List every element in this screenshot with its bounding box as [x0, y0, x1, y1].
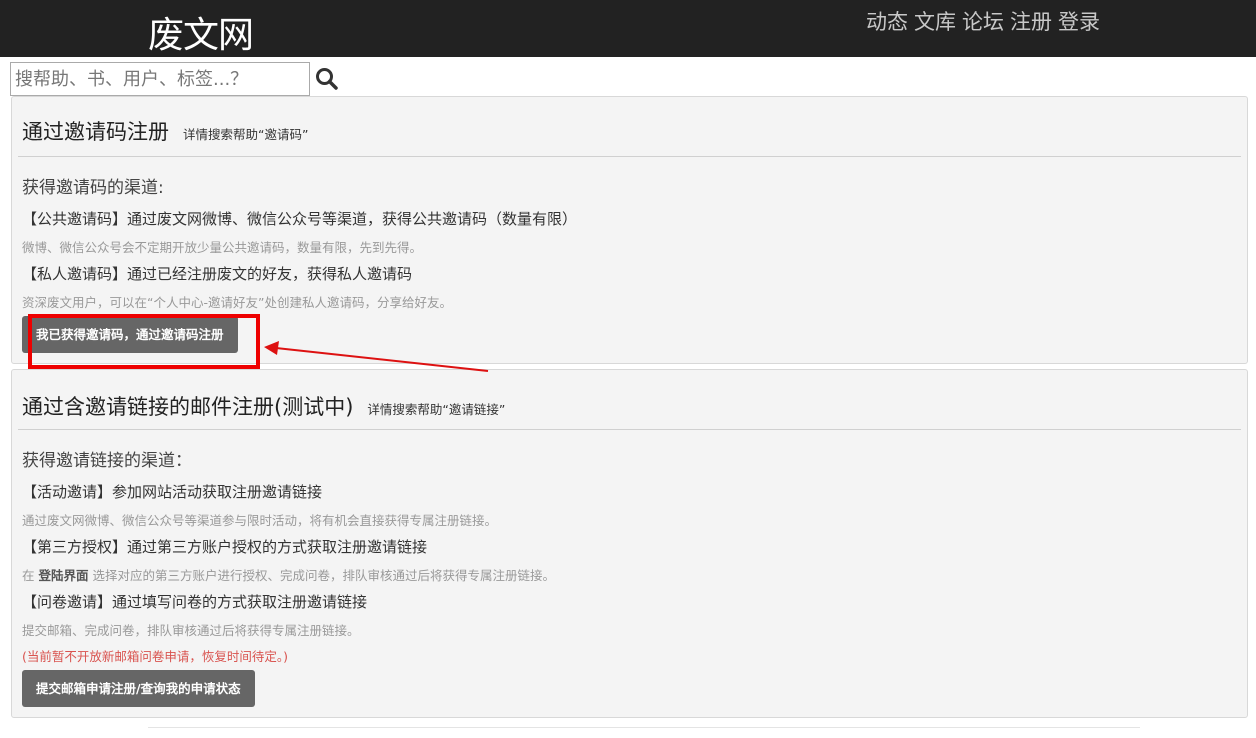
channels-label: 获得邀请码的渠道:: [22, 178, 164, 198]
divider: [18, 429, 1241, 430]
activity-invite-desc: 通过废文网微博、微信公众号等渠道参与限时活动，将有机会直接获得专属注册链接。: [22, 513, 498, 528]
footer-divider: [148, 727, 1140, 728]
main-nav: 动态 文库 论坛 注册 登录: [866, 6, 1100, 36]
private-code-desc: 资深废文用户，可以在“个人中心-邀请好友”处创建私人邀请码，分享给好友。: [22, 295, 452, 310]
search-input[interactable]: [10, 62, 310, 96]
panel-help-text: 详情搜索帮助“邀请码”: [183, 127, 309, 142]
top-navbar: 废文网 动态 文库 论坛 注册 登录: [0, 0, 1256, 57]
third-party-invite-desc: 在 登陆界面 选择对应的第三方账户进行授权、完成问卷，排队审核通过后将获得专属注…: [22, 565, 555, 584]
public-code-desc: 微博、微信公众号会不定期开放少量公共邀请码，数量有限，先到先得。: [22, 240, 423, 255]
panel-help-text: 详情搜索帮助“邀请链接”: [367, 402, 506, 417]
annotation-arrow-icon: [264, 341, 489, 372]
nav-item-forum[interactable]: 论坛: [962, 6, 1004, 36]
login-page-link[interactable]: 登陆界面: [39, 568, 89, 583]
submit-email-button[interactable]: 提交邮箱申请注册/查询我的申请状态: [22, 670, 255, 707]
closed-notice: (当前暂不开放新邮箱问卷申请，恢复时间待定。): [22, 649, 289, 664]
survey-invite-title: 【问卷邀请】通过填写问卷的方式获取注册邀请链接: [22, 593, 368, 611]
panel-header: 通过含邀请链接的邮件注册(测试中) 详情搜索帮助“邀请链接”: [22, 391, 505, 421]
channels-label: 获得邀请链接的渠道：: [22, 451, 192, 471]
invite-link-panel: 通过含邀请链接的邮件注册(测试中) 详情搜索帮助“邀请链接” 获得邀请链接的渠道…: [11, 369, 1248, 718]
invite-code-panel: 通过邀请码注册 详情搜索帮助“邀请码” 获得邀请码的渠道: 【公共邀请码】通过废…: [11, 96, 1248, 364]
nav-item-library[interactable]: 文库: [914, 6, 956, 36]
third-party-invite-title: 【第三方授权】通过第三方账户授权的方式获取注册邀请链接: [22, 538, 428, 556]
private-code-title: 【私人邀请码】通过已经注册废文的好友，获得私人邀请码: [22, 265, 413, 283]
activity-invite-title: 【活动邀请】参加网站活动获取注册邀请链接: [22, 483, 323, 501]
site-logo[interactable]: 废文网: [148, 6, 254, 58]
search-icon[interactable]: [314, 66, 340, 92]
nav-item-login[interactable]: 登录: [1058, 6, 1100, 36]
desc-prefix: 在: [22, 568, 35, 583]
divider: [18, 156, 1241, 157]
nav-item-feed[interactable]: 动态: [866, 6, 908, 36]
desc-suffix: 选择对应的第三方账户进行授权、完成问卷，排队审核通过后将获得专属注册链接。: [92, 568, 556, 583]
public-code-title: 【公共邀请码】通过废文网微博、微信公众号等渠道，获得公共邀请码（数量有限）: [22, 210, 578, 228]
nav-item-register[interactable]: 注册: [1010, 6, 1052, 36]
panel-header: 通过邀请码注册 详情搜索帮助“邀请码”: [22, 116, 308, 146]
register-with-code-button[interactable]: 我已获得邀请码，通过邀请码注册: [22, 316, 238, 353]
panel-title: 通过邀请码注册: [22, 120, 169, 144]
panel-title: 通过含邀请链接的邮件注册(测试中): [22, 395, 354, 419]
survey-invite-desc: 提交邮箱、完成问卷，排队审核通过后将获得专属注册链接。: [22, 623, 360, 638]
